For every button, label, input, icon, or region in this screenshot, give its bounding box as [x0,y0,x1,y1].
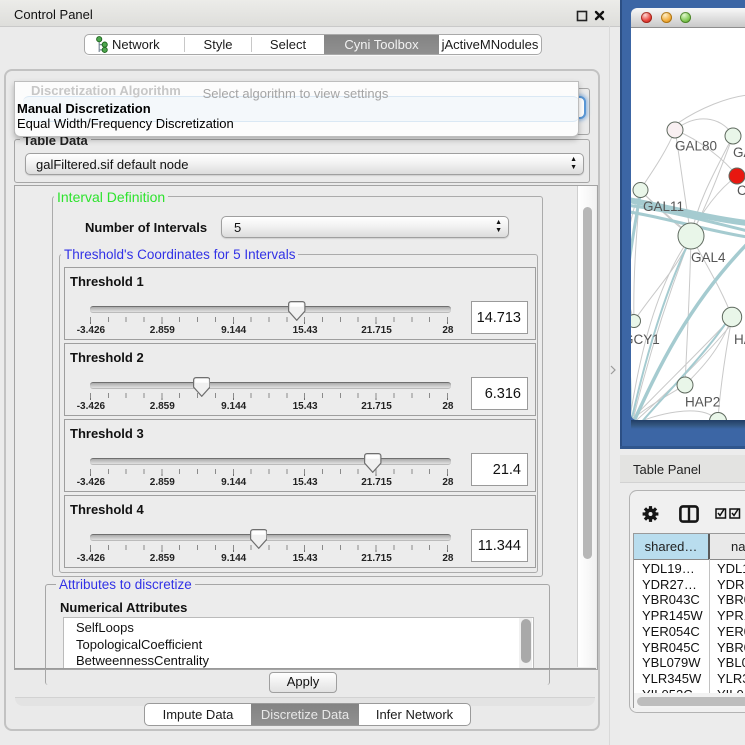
svg-text:GAL11: GAL11 [643,199,684,214]
svg-text:GAL4: GAL4 [691,250,726,265]
svg-text:CR: CR [737,183,745,198]
svg-text:HAP2: HAP2 [685,395,720,410]
svg-text:HA: HA [734,332,745,347]
svg-text:GA: GA [733,145,745,160]
svg-text:GCY1: GCY1 [631,332,660,347]
svg-text:GAL80: GAL80 [675,139,717,154]
